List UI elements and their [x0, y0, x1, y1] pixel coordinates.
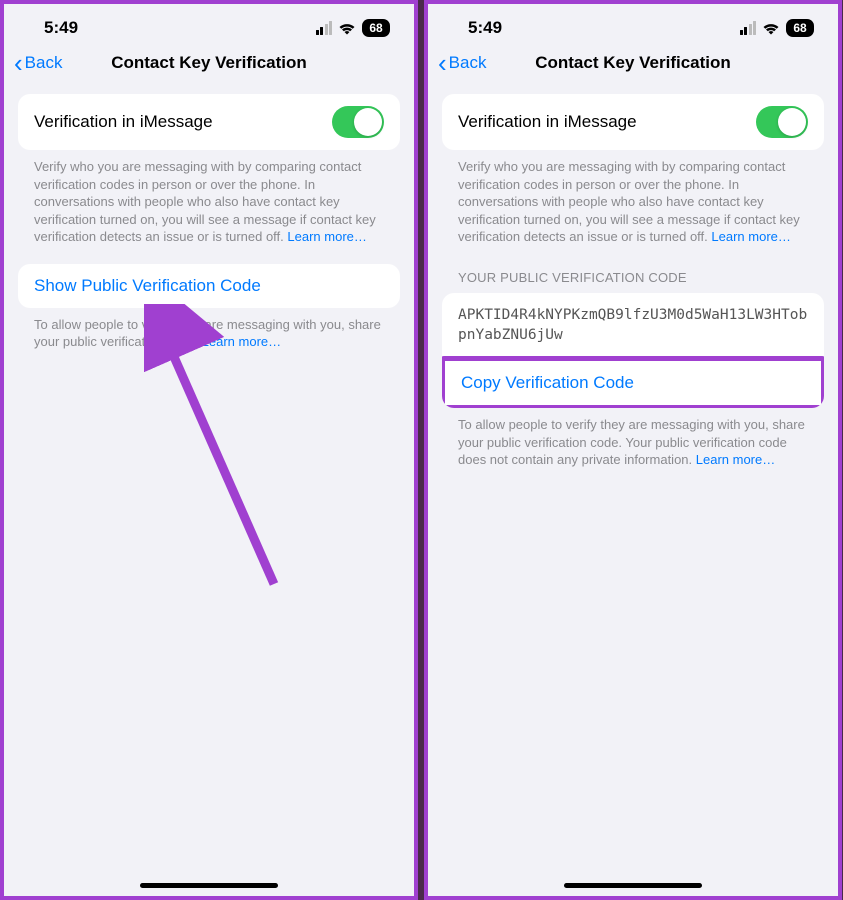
wifi-icon	[762, 22, 780, 35]
verification-toggle-card: Verification in iMessage	[442, 94, 824, 150]
status-time: 5:49	[468, 18, 502, 38]
show-public-code-button[interactable]: Show Public Verification Code	[18, 264, 400, 308]
code-section-header: YOUR PUBLIC VERIFICATION CODE	[442, 264, 824, 293]
share-description: To allow people to verify they are messa…	[442, 408, 824, 487]
chevron-left-icon: ‹	[438, 50, 447, 76]
learn-more-link[interactable]: Learn more…	[287, 229, 366, 244]
toggle-label: Verification in iMessage	[458, 112, 637, 132]
learn-more-link[interactable]: Learn more…	[711, 229, 790, 244]
share-description: To allow people to verify they are messa…	[18, 308, 400, 369]
learn-more-link[interactable]: Learn more…	[202, 334, 281, 349]
annotation-highlight: Copy Verification Code	[442, 356, 824, 408]
verification-code-card: APKTID4R4kNYPKzmQB9lfzU3M0d5WaH13LW3HTob…	[442, 293, 824, 409]
home-indicator[interactable]	[140, 883, 278, 888]
battery-icon: 68	[786, 19, 814, 37]
phone-screenshot-right: 5:49 68 ‹ Back Contact Key Verification …	[424, 0, 842, 900]
status-bar: 5:49 68	[4, 4, 414, 42]
cellular-signal-icon	[316, 21, 333, 35]
toggle-label: Verification in iMessage	[34, 112, 213, 132]
status-bar: 5:49 68	[428, 4, 838, 42]
back-button[interactable]: ‹ Back	[14, 50, 62, 76]
learn-more-link[interactable]: Learn more…	[696, 452, 775, 467]
page-title: Contact Key Verification	[535, 53, 731, 73]
navigation-bar: ‹ Back Contact Key Verification	[4, 42, 414, 88]
verification-toggle-card: Verification in iMessage	[18, 94, 400, 150]
verification-code-value: APKTID4R4kNYPKzmQB9lfzU3M0d5WaH13LW3HTob…	[442, 293, 824, 359]
status-icons: 68	[316, 19, 391, 37]
page-title: Contact Key Verification	[111, 53, 307, 73]
back-label: Back	[25, 53, 63, 73]
verification-description: Verify who you are messaging with by com…	[18, 150, 400, 264]
wifi-icon	[338, 22, 356, 35]
home-indicator[interactable]	[564, 883, 702, 888]
back-button[interactable]: ‹ Back	[438, 50, 486, 76]
navigation-bar: ‹ Back Contact Key Verification	[428, 42, 838, 88]
battery-icon: 68	[362, 19, 390, 37]
cellular-signal-icon	[740, 21, 757, 35]
back-label: Back	[449, 53, 487, 73]
phone-screenshot-left: 5:49 68 ‹ Back Contact Key Verification …	[0, 0, 418, 900]
verification-toggle[interactable]	[332, 106, 384, 138]
verification-description: Verify who you are messaging with by com…	[442, 150, 824, 264]
verification-toggle[interactable]	[756, 106, 808, 138]
show-code-card: Show Public Verification Code	[18, 264, 400, 308]
status-time: 5:49	[44, 18, 78, 38]
chevron-left-icon: ‹	[14, 50, 23, 76]
status-icons: 68	[740, 19, 815, 37]
copy-verification-code-button[interactable]: Copy Verification Code	[445, 361, 821, 405]
